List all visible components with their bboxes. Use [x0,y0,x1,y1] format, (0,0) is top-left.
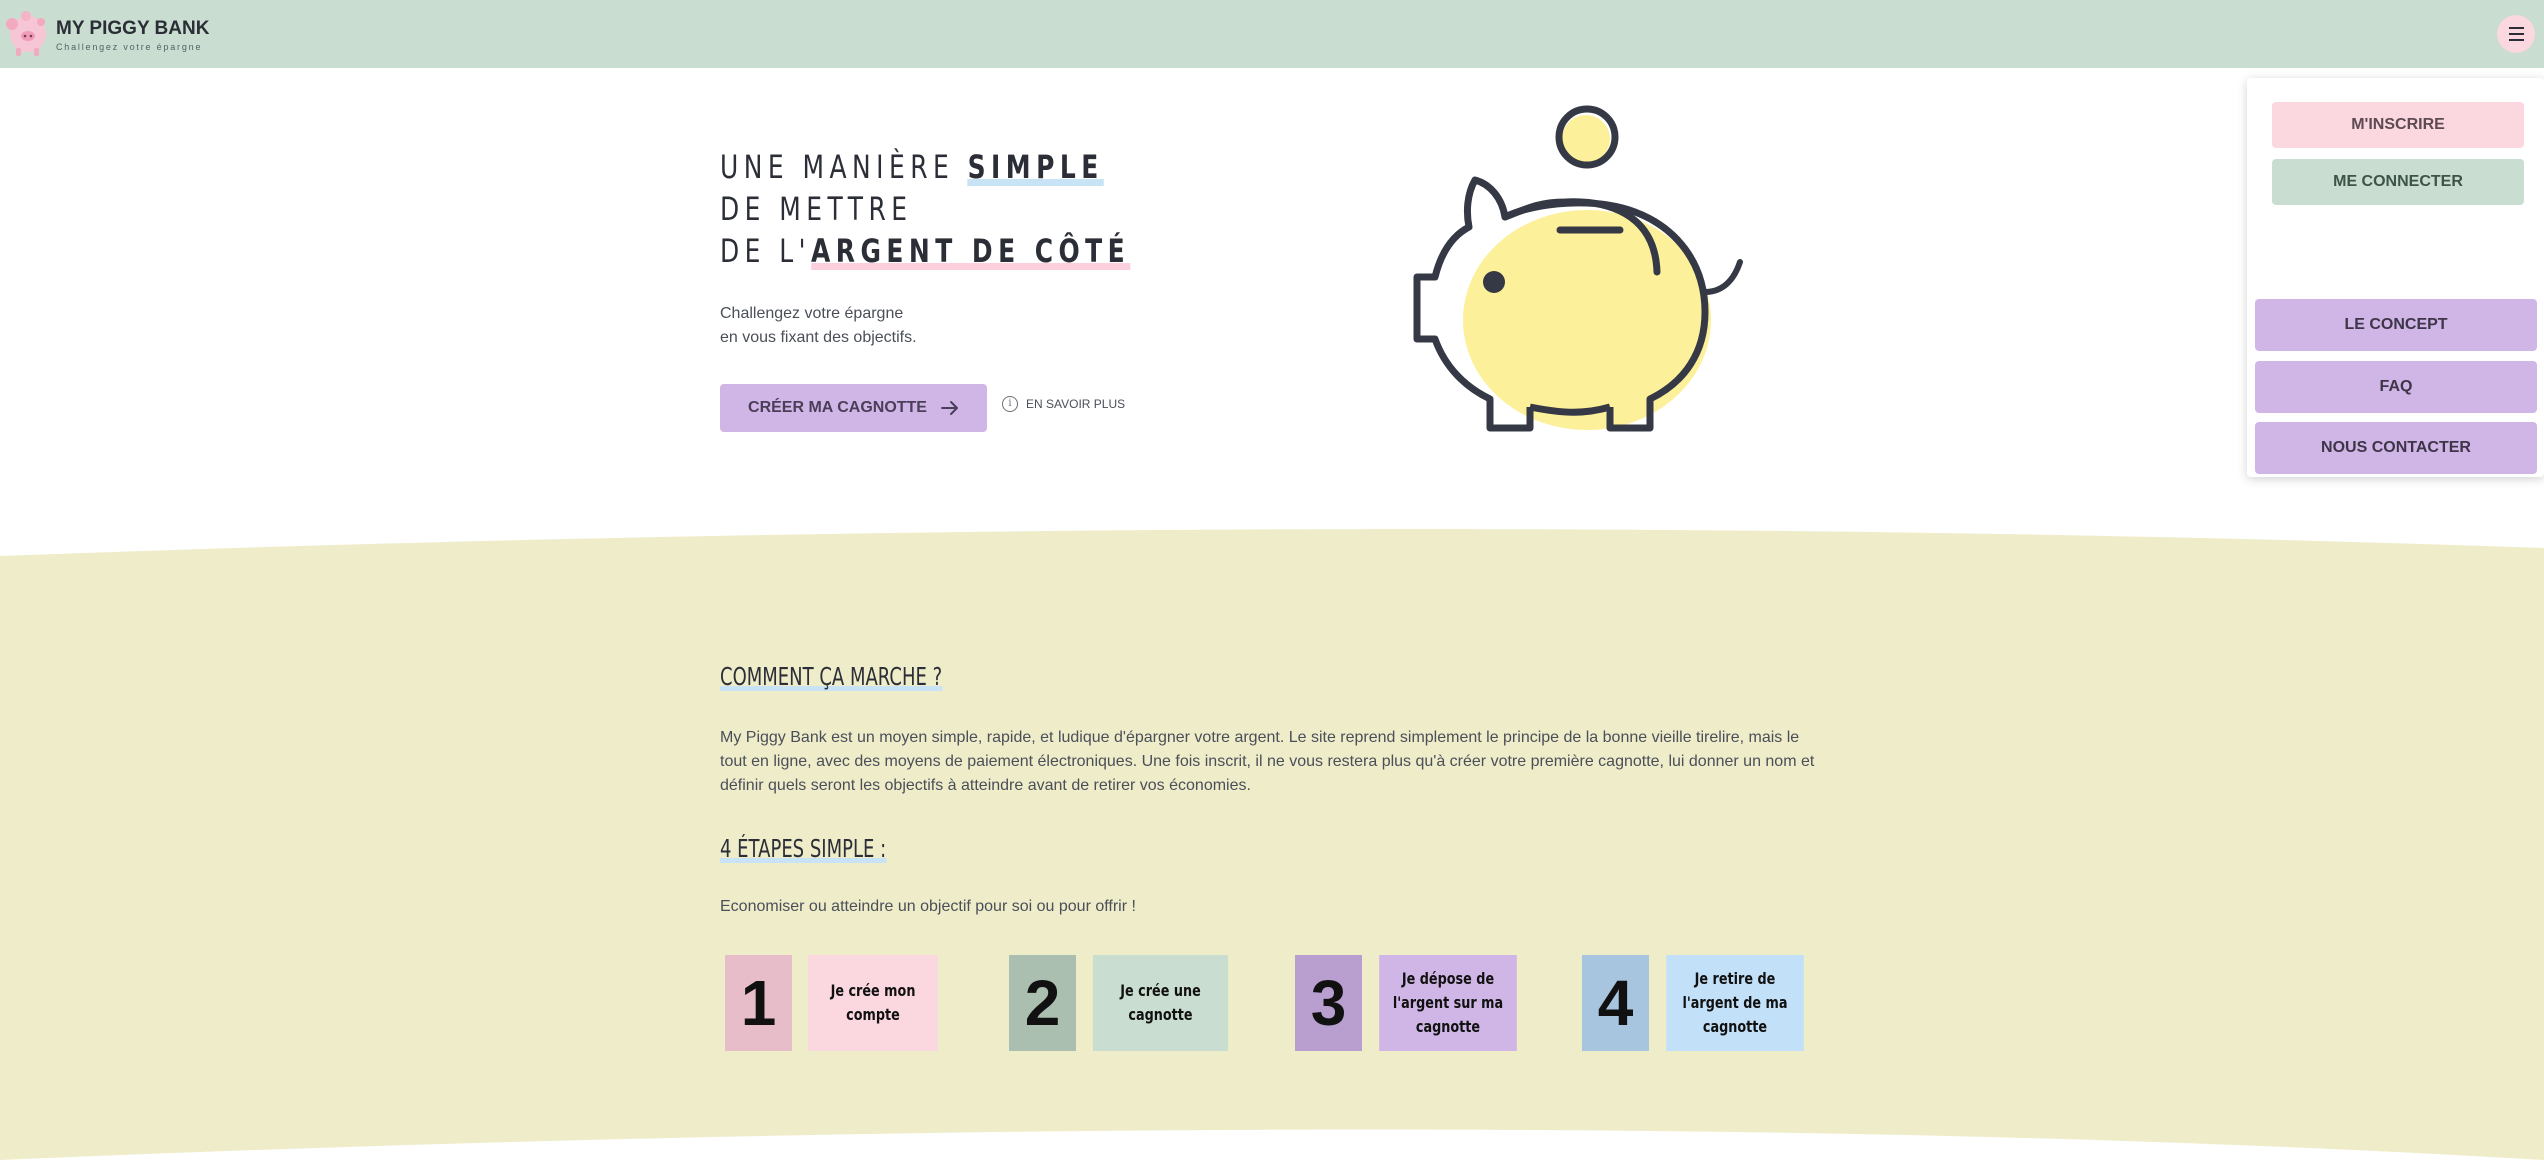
nav-faq-button[interactable]: FAQ [2255,361,2537,413]
top-header: MY PIGGY BANK Challengez votre épargne [0,0,2544,68]
piggy-bank-illustration [1413,105,1743,432]
menu-toggle-button[interactable] [2497,15,2535,53]
learn-more-link[interactable]: i EN SAVOIR PLUS [1002,396,1125,412]
step-number: 3 [1295,955,1362,1051]
hero-subtitle-line2: en vous fixant des objectifs. [720,329,917,346]
step-card-4: 4 Je retire de l'argent de ma cagnotte [1582,955,1821,1051]
brand-tagline: Challengez votre épargne [56,42,203,52]
step-card-1: 1 Je crée mon compte [725,955,954,1051]
hero-title-highlight-argent: ARGENT DE CÔTÉ [810,232,1131,270]
step-number: 2 [1009,955,1076,1051]
info-icon: i [1002,396,1018,412]
arrow-right-icon [940,401,958,415]
steps-subtitle: Economiser ou atteindre un objectif pour… [720,898,1136,915]
create-piggybank-button[interactable]: CRÉER MA CAGNOTTE [720,384,987,432]
learn-more-label: EN SAVOIR PLUS [1026,397,1126,411]
steps-title-text: 4 ÉTAPES SIMPLE : [720,834,887,863]
nav-concept-button[interactable]: LE CONCEPT [2255,299,2537,351]
create-piggybank-label: CRÉER MA CAGNOTTE [748,399,927,416]
hero-title-line3: DE L' [720,232,811,270]
how-it-works-text: My Piggy Bank est un moyen simple, rapid… [720,729,1815,794]
step-label: Je crée une cagnotte [1092,955,1229,1051]
signup-button[interactable]: M'INSCRIRE [2272,102,2524,148]
hero-subtitle: Challengez votre épargne en vous fixant … [720,302,917,350]
hamburger-icon-line [2509,39,2524,41]
hero-title-line1: UNE MANIÈRE [720,148,968,186]
how-it-works-title: COMMENT ÇA MARCHE ? [720,662,943,691]
hamburger-icon-line [2509,33,2524,35]
hero-title-line2: DE METTRE [720,190,913,228]
how-it-works-title-text: COMMENT ÇA MARCHE ? [720,662,943,691]
how-it-works-background [0,529,2544,1170]
dropdown-menu: M'INSCRIRE ME CONNECTER LE CONCEPT FAQ N… [2247,78,2544,477]
step-label: Je dépose de l'argent sur ma cagnotte [1379,955,1517,1051]
step-number: 4 [1582,955,1649,1051]
nav-contact-button[interactable]: NOUS CONTACTER [2255,422,2537,474]
steps-title: 4 ÉTAPES SIMPLE : [720,834,887,863]
step-number: 1 [725,955,792,1051]
hero-title: UNE MANIÈRE SIMPLE DE METTRE DE L'ARGENT… [720,146,1131,272]
brand[interactable]: MY PIGGY BANK Challengez votre épargne [56,18,209,52]
step-card-3: 3 Je dépose de l'argent sur ma cagnotte [1295,955,1534,1051]
hamburger-icon [2509,27,2524,29]
brand-name: MY PIGGY BANK [56,18,210,39]
hero-subtitle-line1: Challengez votre épargne [720,305,904,322]
step-card-2: 2 Je crée une cagnotte [1009,955,1245,1051]
step-label: Je retire de l'argent de ma cagnotte [1666,955,1804,1051]
login-button[interactable]: ME CONNECTER [2272,159,2524,205]
step-label: Je crée mon compte [808,955,938,1051]
hero-title-highlight-simple: SIMPLE [967,148,1104,186]
piggy-logo-icon[interactable] [4,6,50,58]
